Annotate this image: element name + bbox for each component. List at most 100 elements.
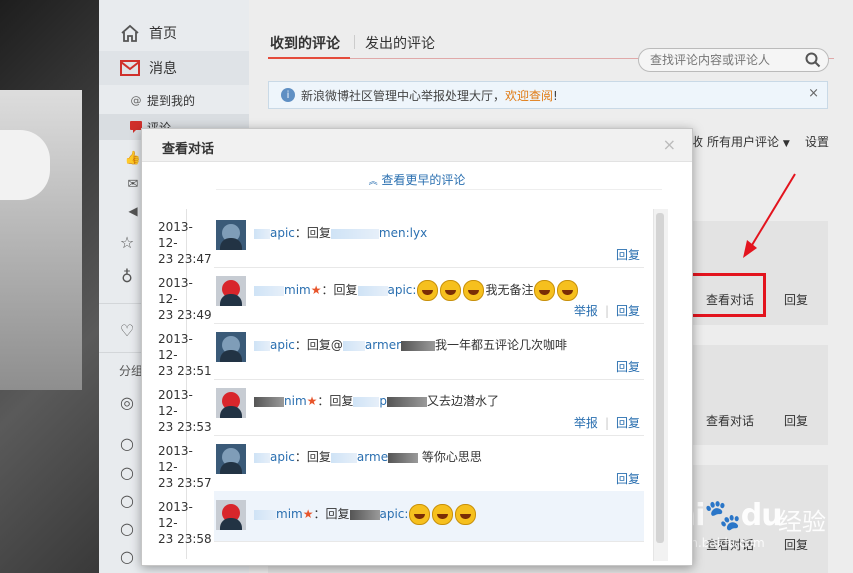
redacted-name (330, 228, 379, 239)
scrollbar-thumb[interactable] (656, 213, 664, 543)
mention-text[interactable]: apic: (380, 507, 409, 521)
star-icon[interactable]: ☆ (117, 232, 137, 252)
mention-text[interactable]: arme (357, 450, 388, 464)
timestamp-time: 23 23:49 (158, 308, 212, 322)
like-icon[interactable]: 👍 (123, 148, 143, 168)
user-name[interactable]: mim (276, 507, 303, 521)
view-conversation-link[interactable]: 查看对话 (706, 412, 754, 429)
dizzy-emoji-icon (455, 504, 477, 525)
sidebar-item-label: 提到我的 (147, 93, 196, 108)
mention-text[interactable]: apic: (388, 283, 417, 297)
load-earlier-link[interactable]: ︽ 查看更早的评论 (142, 171, 692, 188)
tab-divider (354, 35, 355, 49)
reply-prefix: ：回复 (294, 226, 331, 240)
conversation-row: 2013-12- 23 23:53 nim★：回复 p 又去边潜水了 举报 | 回复 (158, 379, 644, 436)
avatar[interactable] (216, 444, 246, 474)
avatar[interactable] (216, 332, 246, 362)
report-link[interactable]: 举报 (574, 416, 598, 430)
reply-link[interactable]: 回复 (616, 416, 640, 430)
bubble-icon[interactable]: ○ (117, 518, 137, 538)
divider (216, 189, 662, 190)
notice-link[interactable]: 欢迎查阅 (505, 89, 553, 103)
bubble-icon[interactable]: ○ (117, 462, 137, 482)
timestamp-date: 2013-12- (158, 332, 193, 362)
avatar[interactable] (216, 276, 246, 306)
timestamp-date: 2013-12- (158, 220, 193, 250)
reply-link[interactable]: 回复 (616, 248, 640, 262)
conversation-row: 2013-12- 23 23:47 apic：回复 men:lyx 回复 (158, 211, 644, 268)
sidebar-item-messages[interactable]: 消息 (99, 51, 249, 85)
user-icon[interactable]: ♁ (117, 266, 137, 286)
timestamp-date: 2013-12- (158, 500, 193, 530)
avatar[interactable] (216, 220, 246, 250)
bubble-icon[interactable]: ○ (117, 546, 137, 566)
mention-text[interactable]: men:lyx (379, 226, 427, 240)
background-figure (0, 90, 82, 390)
laugh-emoji-icon (440, 280, 462, 301)
search-icon[interactable] (805, 52, 821, 68)
star-badge-icon: ★ (310, 283, 322, 297)
redacted-name (342, 340, 365, 351)
report-link[interactable]: 举报 (574, 304, 598, 318)
user-name[interactable]: apic (270, 226, 295, 240)
timestamp-time: 23 23:47 (158, 252, 212, 266)
row-actions: 回复 (616, 246, 640, 263)
avatar[interactable] (216, 388, 246, 418)
action-separator: | (604, 304, 609, 318)
comment-body: 我一年都五评论几次咖啡 (435, 338, 568, 352)
search-input[interactable] (648, 52, 802, 68)
tab-sent[interactable]: 发出的评论 (365, 33, 435, 53)
comment-text: apic：回复@ armer 我一年都五评论几次咖啡 (254, 336, 567, 353)
timestamp: 2013-12- 23 23:57 (158, 443, 212, 491)
user-name[interactable]: apic (270, 450, 295, 464)
sidebar-item-home[interactable]: 首页 (99, 16, 249, 50)
timestamp: 2013-12- 23 23:47 (158, 219, 212, 267)
user-name[interactable]: nim (284, 394, 307, 408)
timestamp: 2013-12- 23 23:53 (158, 387, 212, 435)
sidebar-item-label: 消息 (149, 61, 177, 77)
settings-link[interactable]: 设置 (805, 133, 829, 150)
filter-dropdown[interactable]: 所有用户评论 ▼ (707, 133, 790, 150)
notice-suffix: ! (553, 88, 558, 103)
bubble-icon[interactable]: ○ (117, 433, 137, 453)
redacted-name (254, 340, 270, 351)
heart-icon[interactable]: ♡ (117, 320, 137, 340)
reply-link[interactable]: 回复 (616, 304, 640, 318)
load-earlier-label: 查看更早的评论 (381, 173, 466, 187)
tab-active-underline (268, 57, 350, 59)
timestamp-time: 23 23:58 (158, 532, 212, 546)
paw-icon: 🐾 (704, 498, 741, 533)
envelope-icon[interactable]: ✉ (123, 174, 143, 194)
user-name[interactable]: mim (284, 283, 311, 297)
redacted-name (357, 285, 388, 296)
timestamp-date: 2013-12- (158, 444, 193, 474)
reply-link[interactable]: 回复 (616, 472, 640, 486)
comment-text: nim★：回复 p 又去边潜水了 (254, 392, 499, 409)
speaker-icon[interactable]: ◀ (123, 201, 143, 221)
comment-text: mim★：回复 apic: (254, 504, 477, 525)
tab-received[interactable]: 收到的评论 (270, 33, 340, 53)
reply-link[interactable]: 回复 (616, 360, 640, 374)
mention-text[interactable]: p (379, 394, 387, 408)
conversation-row: 2013-12- 23 23:49 mim★：回复 apic: 我无备注 举报 | 回复 (158, 267, 644, 324)
close-icon[interactable]: × (663, 135, 676, 154)
sidebar-item-label: 首页 (149, 26, 177, 42)
reply-link[interactable]: 回复 (784, 291, 808, 308)
timestamp: 2013-12- 23 23:58 (158, 499, 212, 547)
target-icon[interactable]: ◎ (117, 392, 137, 412)
comment-text: mim★：回复 apic: 我无备注 (254, 280, 579, 301)
bubble-icon[interactable]: ○ (117, 490, 137, 510)
comment-text: apic：回复 arme 等你心思思 (254, 448, 482, 465)
mention-text[interactable]: armer (365, 338, 401, 352)
user-name[interactable]: apic (270, 338, 295, 352)
watermark-jingyan: 经验 (778, 508, 826, 536)
sidebar-item-mentions[interactable]: @ 提到我的 (99, 87, 249, 113)
reply-link[interactable]: 回复 (784, 412, 808, 429)
watermark-du: du (740, 498, 783, 533)
redacted-name (388, 452, 419, 463)
avatar[interactable] (216, 500, 246, 530)
close-icon[interactable]: × (808, 86, 819, 101)
laugh-emoji-icon (557, 280, 579, 301)
reply-prefix: ：回复 (321, 283, 358, 297)
laugh-emoji-icon (463, 280, 485, 301)
